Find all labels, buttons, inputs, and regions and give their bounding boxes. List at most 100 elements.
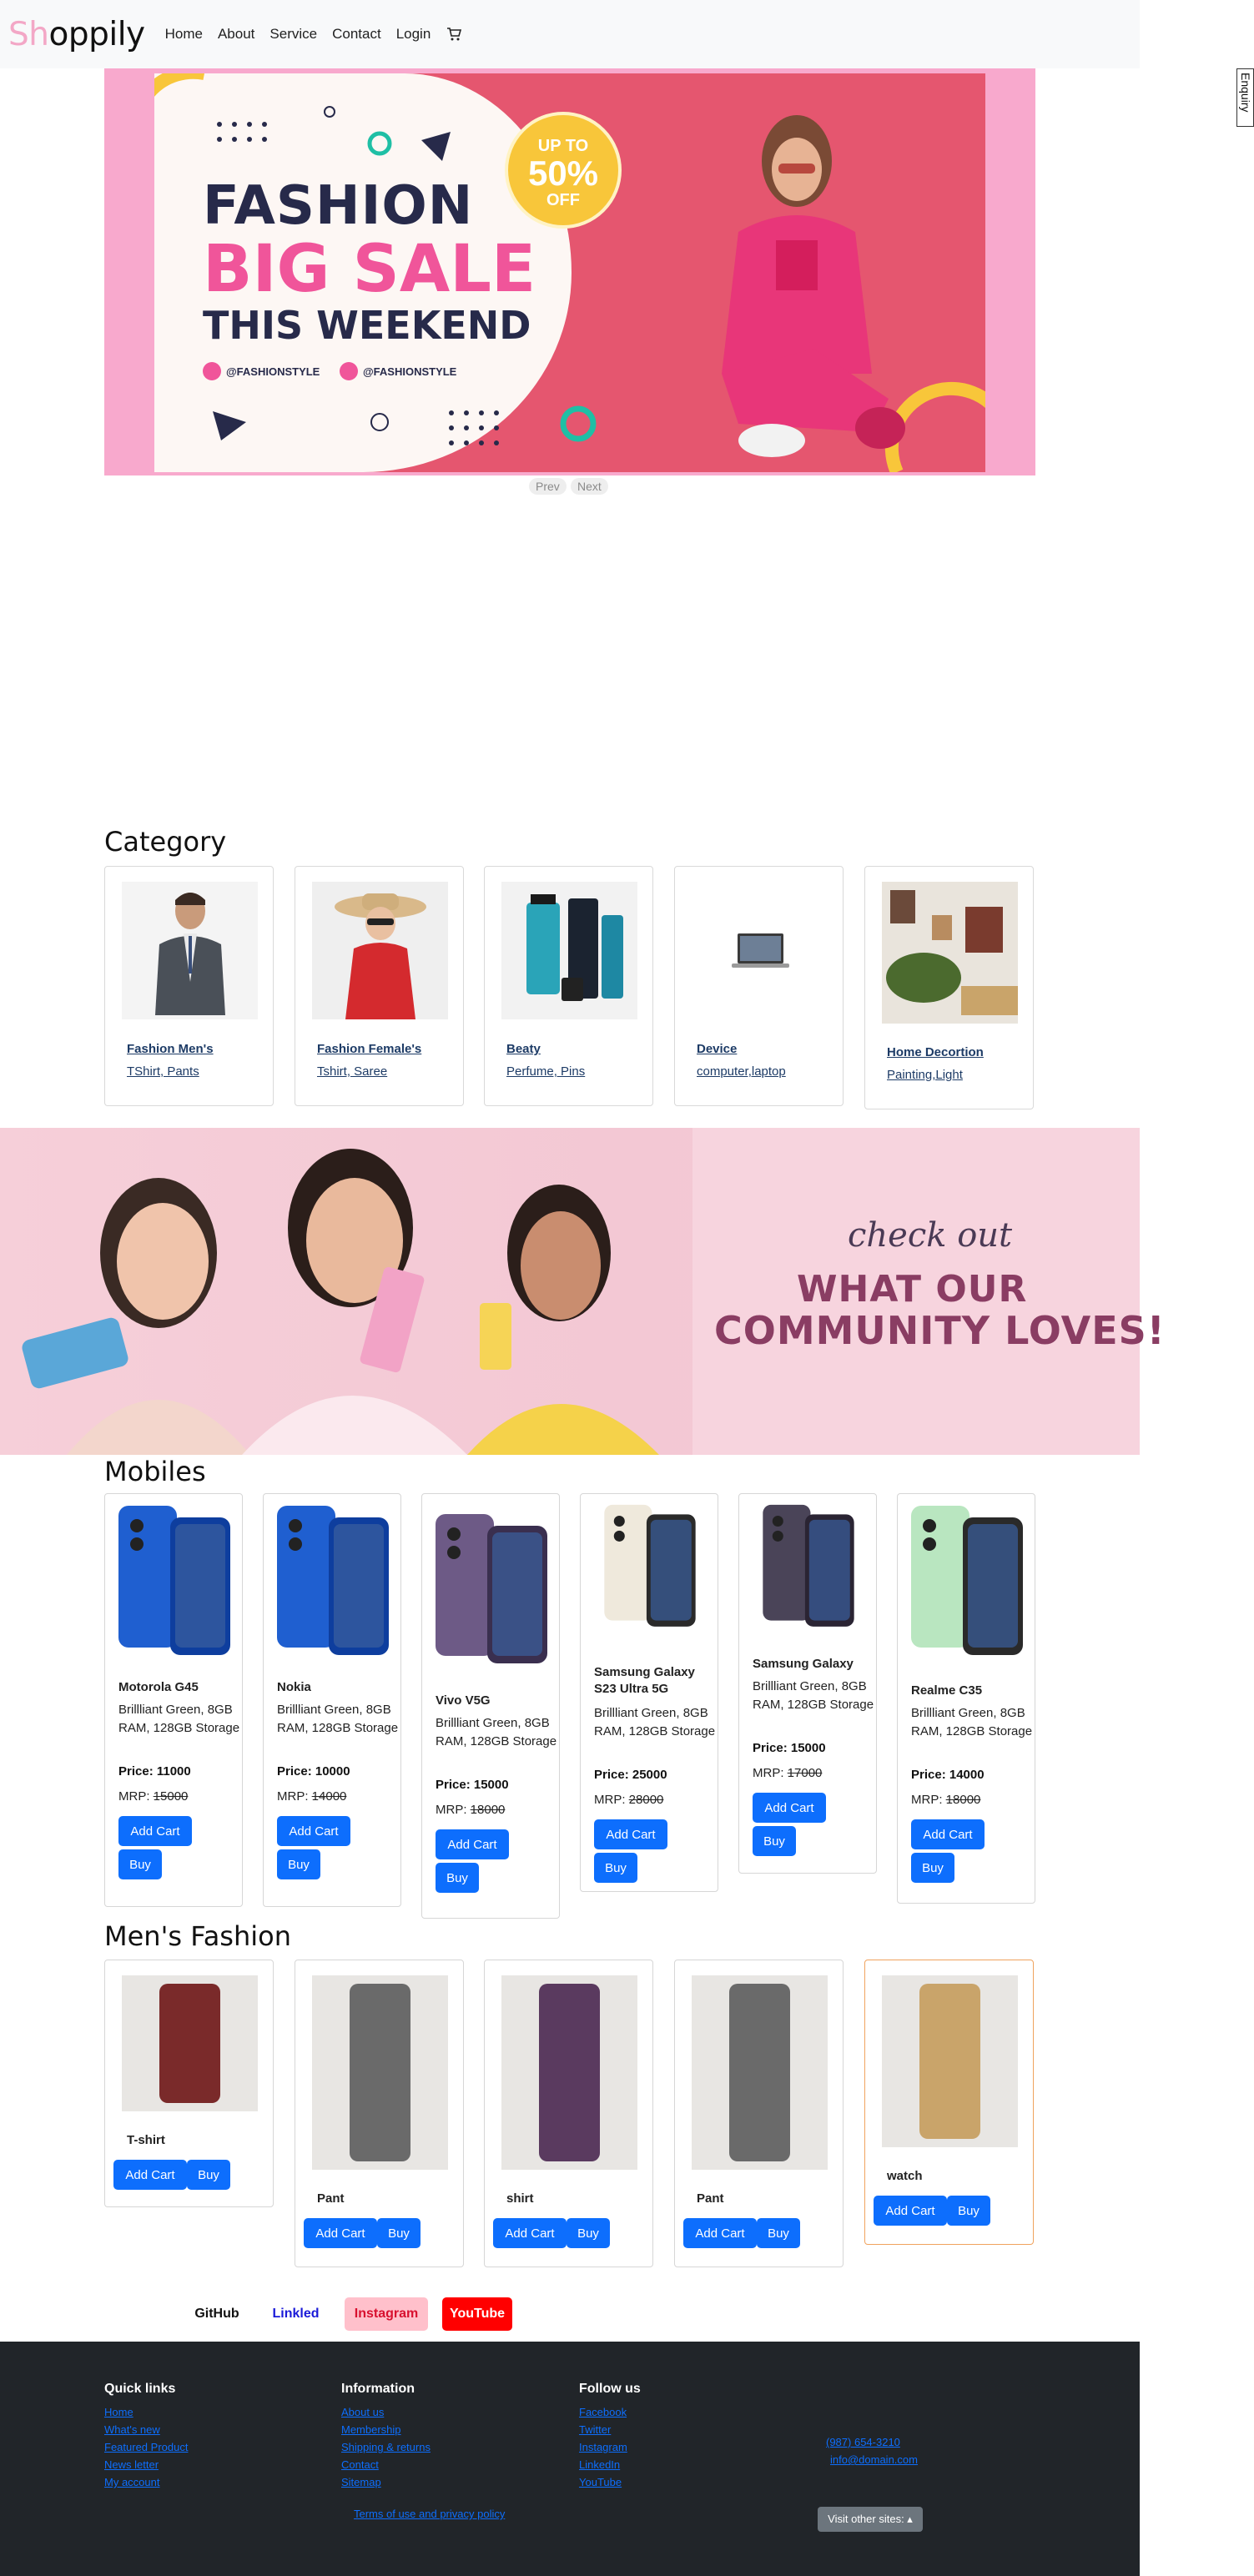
mrp-value: 28000 <box>628 1793 664 1807</box>
footer-link[interactable]: Instagram <box>579 2441 627 2453</box>
add-cart-button[interactable]: Add Cart <box>911 1819 985 1849</box>
category-item-sub[interactable]: Perfume, Pins <box>506 1064 585 1079</box>
add-cart-button[interactable]: Add Cart <box>594 1819 667 1849</box>
category-item-title[interactable]: Home Decortion <box>887 1045 984 1059</box>
brand-logo[interactable]: Shoppily <box>8 16 145 53</box>
footer-link[interactable]: Shipping & returns <box>341 2441 431 2453</box>
price-value: 15000 <box>473 1778 509 1792</box>
footer-link[interactable]: Sitemap <box>341 2476 381 2488</box>
category-card[interactable]: Beaty Perfume, Pins <box>484 866 653 1106</box>
cart-icon[interactable] <box>446 26 462 43</box>
footer-link[interactable]: Home <box>104 2406 133 2418</box>
buy-button[interactable]: Buy <box>567 2218 610 2248</box>
buy-button[interactable]: Buy <box>187 2160 230 2190</box>
fashion-title: Pant <box>317 2191 345 2206</box>
nav-about[interactable]: About <box>218 26 254 43</box>
product-name: Vivo V5G <box>436 1693 491 1708</box>
footer-link[interactable]: LinkedIn <box>579 2458 620 2471</box>
price-value: 11000 <box>156 1764 191 1779</box>
buy-button[interactable]: Buy <box>377 2218 421 2248</box>
visit-other-sites-button[interactable]: Visit other sites: ▴ <box>818 2507 923 2532</box>
category-card[interactable]: Fashion Female's Tshirt, Saree <box>295 866 464 1106</box>
add-cart-button[interactable]: Add Cart <box>277 1816 350 1846</box>
fashion-image <box>312 1975 448 2170</box>
carousel-prev-button[interactable]: Prev <box>529 478 567 495</box>
footer-email[interactable]: info@domain.com <box>830 2453 918 2466</box>
buy-button[interactable]: Buy <box>911 1853 954 1883</box>
github-button[interactable]: GitHub <box>184 2297 250 2331</box>
banner-script-text: check out <box>848 1216 1013 1255</box>
product-price: Price: 10000 <box>277 1764 350 1779</box>
hero-line-2: BIG SALE <box>203 232 536 307</box>
fashion-image <box>122 1975 258 2111</box>
price-value: 14000 <box>949 1768 985 1782</box>
fashion-title: Pant <box>697 2191 724 2206</box>
nav-contact[interactable]: Contact <box>332 26 381 43</box>
buy-button[interactable]: Buy <box>118 1849 162 1879</box>
product-card: Samsung Galaxy Brillliant Green, 8GB RAM,… <box>738 1493 877 1874</box>
add-cart-button[interactable]: Add Cart <box>753 1793 826 1823</box>
buy-button[interactable]: Buy <box>436 1863 479 1893</box>
footer-link[interactable]: Contact <box>341 2458 379 2471</box>
enquiry-tab[interactable]: Enquiry <box>1236 68 1254 127</box>
product-name: Realme C35 <box>911 1683 983 1698</box>
nav-home[interactable]: Home <box>165 26 203 43</box>
category-card[interactable]: Home Decortion Painting,Light <box>864 866 1034 1109</box>
linkedin-button[interactable]: Linkled <box>260 2297 331 2331</box>
footer-follow-title: Follow us <box>579 2382 641 2396</box>
add-cart-button[interactable]: Add Cart <box>113 2160 187 2190</box>
footer-terms-link[interactable]: Terms of use and privacy policy <box>354 2508 505 2520</box>
category-item-sub[interactable]: computer,laptop <box>697 1064 786 1079</box>
footer-link[interactable]: Facebook <box>579 2406 627 2418</box>
buy-button[interactable]: Buy <box>947 2196 990 2226</box>
add-cart-button[interactable]: Add Cart <box>493 2218 567 2248</box>
navbar: Shoppily Home About Service Contact Logi… <box>0 0 1140 68</box>
price-value: 10000 <box>315 1764 350 1779</box>
product-image <box>746 1501 871 1634</box>
footer-information-title: Information <box>341 2382 415 2396</box>
nav-service[interactable]: Service <box>269 26 317 43</box>
footer-link[interactable]: My account <box>104 2476 159 2488</box>
category-item-sub[interactable]: Painting,Light <box>887 1068 963 1082</box>
footer-link[interactable]: About us <box>341 2406 384 2418</box>
footer-link[interactable]: What's new <box>104 2423 160 2436</box>
product-mrp: MRP: 18000 <box>911 1793 980 1807</box>
add-cart-button[interactable]: Add Cart <box>683 2218 757 2248</box>
buy-button[interactable]: Buy <box>753 1826 796 1856</box>
banner-models-image <box>22 1149 659 1455</box>
category-item-sub[interactable]: Tshirt, Saree <box>317 1064 387 1079</box>
category-item-title[interactable]: Fashion Men's <box>127 1042 214 1056</box>
footer-link[interactable]: Twitter <box>579 2423 611 2436</box>
product-image <box>587 1501 713 1634</box>
category-item-title[interactable]: Device <box>697 1042 737 1056</box>
mrp-value: 14000 <box>311 1789 347 1804</box>
category-item-title[interactable]: Beaty <box>506 1042 541 1056</box>
add-cart-button[interactable]: Add Cart <box>874 2196 947 2226</box>
product-image <box>904 1501 1030 1663</box>
nav-login[interactable]: Login <box>396 26 431 43</box>
product-image <box>112 1501 237 1663</box>
mrp-label: MRP: <box>911 1793 946 1807</box>
footer-link[interactable]: News letter <box>104 2458 159 2471</box>
footer-link[interactable]: Featured Product <box>104 2441 188 2453</box>
footer-link[interactable]: Membership <box>341 2423 401 2436</box>
buy-button[interactable]: Buy <box>594 1853 637 1883</box>
buy-button[interactable]: Buy <box>277 1849 320 1879</box>
youtube-button[interactable]: YouTube <box>442 2297 512 2331</box>
carousel-next-button[interactable]: Next <box>571 478 608 495</box>
hero-slide: FASHION BIG SALE THIS WEEKEND @FASHIONST… <box>154 73 985 472</box>
buy-button[interactable]: Buy <box>757 2218 800 2248</box>
instagram-button[interactable]: Instagram <box>345 2297 428 2331</box>
add-cart-button[interactable]: Add Cart <box>436 1829 509 1859</box>
category-title: Category <box>104 826 227 858</box>
category-card[interactable]: Device computer,laptop <box>674 866 844 1106</box>
category-item-title[interactable]: Fashion Female's <box>317 1042 421 1056</box>
hero-social-instagram: @FASHIONSTYLE <box>203 362 320 380</box>
add-cart-button[interactable]: Add Cart <box>118 1816 192 1846</box>
footer-link[interactable]: YouTube <box>579 2476 622 2488</box>
footer-phone[interactable]: (987) 654-3210 <box>826 2436 900 2448</box>
category-card[interactable]: Fashion Men's TShirt, Pants <box>104 866 274 1106</box>
add-cart-button[interactable]: Add Cart <box>304 2218 377 2248</box>
dot-pattern <box>217 122 267 142</box>
category-item-sub[interactable]: TShirt, Pants <box>127 1064 199 1079</box>
